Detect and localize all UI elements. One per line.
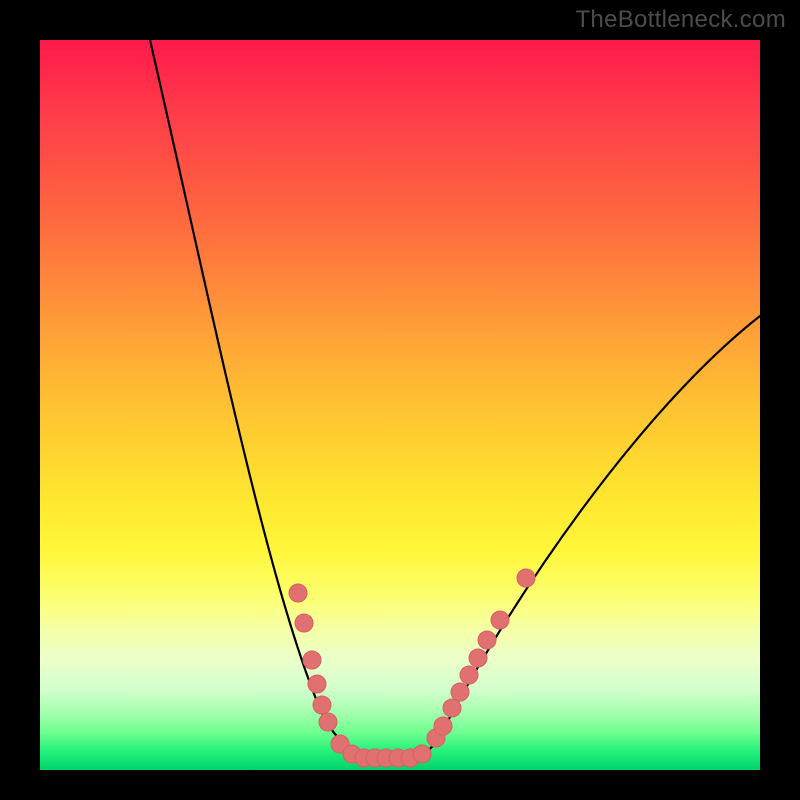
data-marker <box>413 745 431 763</box>
data-marker <box>303 651 321 669</box>
data-marker <box>451 683 469 701</box>
data-marker <box>469 649 487 667</box>
outer-frame: TheBottleneck.com <box>0 0 800 800</box>
plot-area <box>40 40 760 770</box>
data-marker <box>434 717 452 735</box>
marker-group <box>289 569 535 767</box>
bottleneck-curve <box>150 40 760 758</box>
data-marker <box>517 569 535 587</box>
watermark-text: TheBottleneck.com <box>575 6 786 34</box>
data-marker <box>319 713 337 731</box>
data-marker <box>460 666 478 684</box>
chart-svg <box>40 40 760 770</box>
data-marker <box>313 696 331 714</box>
data-marker <box>289 584 307 602</box>
data-marker <box>308 675 326 693</box>
data-marker <box>491 611 509 629</box>
data-marker <box>478 631 496 649</box>
data-marker <box>295 614 313 632</box>
data-marker <box>443 699 461 717</box>
